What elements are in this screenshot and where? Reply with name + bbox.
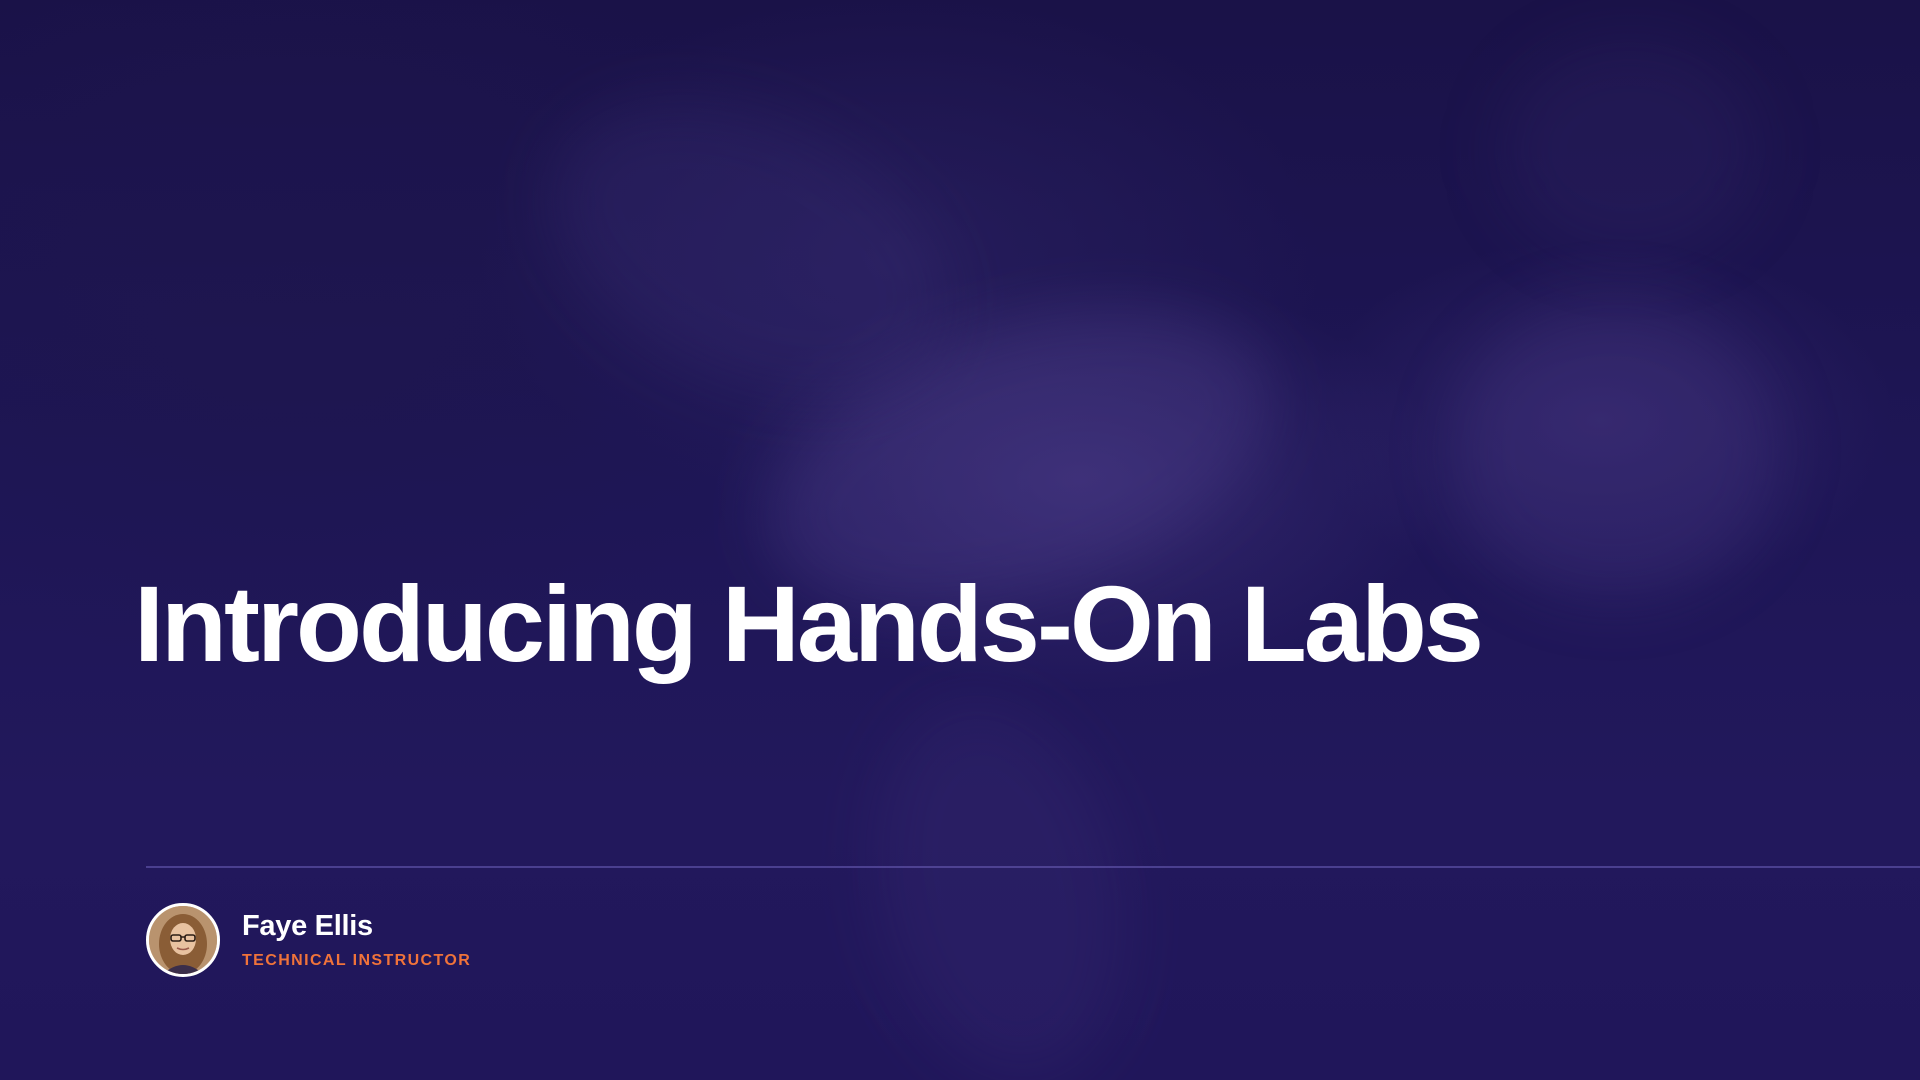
presenter-photo-icon bbox=[149, 906, 217, 974]
slide-title: Introducing Hands-On Labs bbox=[134, 563, 1484, 684]
title-slide: Introducing Hands-On Labs Faye Ellis TEC… bbox=[0, 0, 1920, 1080]
background-blur-shape bbox=[504, 43, 996, 457]
presenter-role: TECHNICAL INSTRUCTOR bbox=[242, 951, 472, 969]
presenter-info: Faye Ellis TECHNICAL INSTRUCTOR bbox=[146, 903, 471, 977]
avatar bbox=[146, 903, 220, 977]
presenter-text: Faye Ellis TECHNICAL INSTRUCTOR bbox=[242, 910, 472, 969]
divider-line bbox=[146, 866, 1920, 868]
background-blur-shape bbox=[1500, 40, 1760, 260]
presenter-name: Faye Ellis bbox=[242, 910, 373, 943]
background-blur-shape bbox=[843, 679, 1157, 1080]
background-blur-shape bbox=[1450, 300, 1780, 600]
